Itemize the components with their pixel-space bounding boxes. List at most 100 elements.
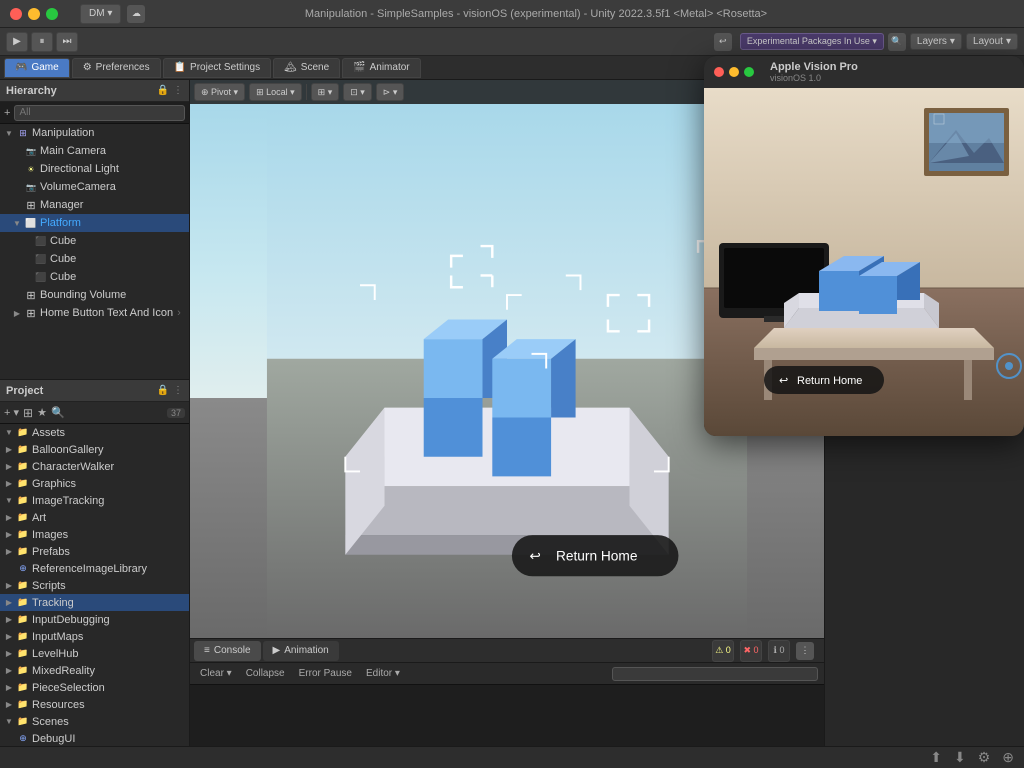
collapse-button[interactable]: Collapse — [242, 667, 289, 680]
project-item-prefabs[interactable]: ▶ 📁 Prefabs — [0, 543, 189, 560]
layers-label: Layers — [917, 36, 947, 47]
grid-button[interactable]: ⊞ ▾ — [311, 83, 340, 101]
hierarchy-item-cube-3[interactable]: ⬛ Cube — [0, 268, 189, 286]
console-toolbar: Clear ▾ Collapse Error Pause Editor ▾ — [190, 663, 824, 685]
project-item-label: InputMaps — [32, 631, 83, 643]
project-item-debug-ui[interactable]: ⊕ DebugUI — [0, 730, 189, 747]
console-more-btn[interactable]: ⋮ — [796, 642, 814, 660]
search-button[interactable]: 🔍 — [888, 33, 906, 51]
project-item-mixed-reality[interactable]: ▶ 📁 MixedReality — [0, 662, 189, 679]
hierarchy-item-manager[interactable]: ⊞ Manager — [0, 196, 189, 214]
project-item-resources[interactable]: ▶ 📁 Resources — [0, 696, 189, 713]
hierarchy-more-icon[interactable]: ⋮ — [173, 85, 183, 96]
play-button[interactable]: ▶ — [6, 32, 28, 52]
hierarchy-item-directional-light[interactable]: ☀ Directional Light — [0, 160, 189, 178]
expand-arrow: ▼ — [4, 717, 14, 727]
project-favorites-button[interactable]: ★ — [37, 406, 47, 419]
project-item-imagetracking[interactable]: ▼ 📁 ImageTracking — [0, 492, 189, 509]
project-item-input-debugging[interactable]: ▶ 📁 InputDebugging — [0, 611, 189, 628]
plus-button[interactable]: + — [4, 107, 10, 119]
avp-window[interactable]: Apple Vision Pro visionOS 1.0 — [704, 56, 1024, 436]
console-error-btn[interactable]: ✖ 0 — [740, 640, 762, 662]
hierarchy-item-label: Cube — [50, 271, 76, 283]
close-button[interactable] — [10, 8, 22, 20]
download-icon[interactable]: ⬇ — [954, 749, 966, 766]
hierarchy-item-bounding-volume[interactable]: ⊞ Bounding Volume — [0, 286, 189, 304]
undo-button[interactable]: ↩ — [714, 33, 732, 51]
project-item-scripts[interactable]: ▶ 📁 Scripts — [0, 577, 189, 594]
no-arrow — [22, 236, 32, 246]
tab-preferences[interactable]: ⚙ Preferences — [72, 58, 161, 78]
dm-button[interactable]: DM ▾ — [80, 4, 121, 24]
project-item-piece-selection[interactable]: ▶ 📁 PieceSelection — [0, 679, 189, 696]
hierarchy-lock-icon[interactable]: 🔒 — [157, 85, 169, 96]
folder-icon: 📁 — [16, 579, 30, 593]
project-search-button[interactable]: 🔍 — [51, 406, 65, 419]
pause-button[interactable]: ⏸ — [31, 32, 53, 52]
hierarchy-item-manipulation[interactable]: ▼ ⊞ Manipulation — [0, 124, 189, 142]
local-button[interactable]: ⊞ Local ▾ — [249, 83, 302, 101]
hierarchy-item-label: Directional Light — [40, 163, 119, 175]
left-panel: Hierarchy 🔒 ⋮ + ▼ ⊞ Manipulation — [0, 80, 190, 768]
tab-animation[interactable]: ▶ Animation — [263, 641, 339, 661]
console-search-input[interactable] — [612, 667, 818, 681]
hierarchy-item-main-camera[interactable]: 📷 Main Camera — [0, 142, 189, 160]
avp-close-btn[interactable] — [714, 67, 724, 77]
project-more-icon[interactable]: ⋮ — [173, 385, 183, 396]
svg-text:Return Home: Return Home — [556, 549, 638, 564]
project-item-reference-lib[interactable]: ⊕ ReferenceImageLibrary — [0, 560, 189, 577]
console-msg-btn[interactable]: ℹ 0 — [768, 640, 790, 662]
cloud-button[interactable]: ☁ — [127, 5, 145, 23]
hierarchy-item-cube-2[interactable]: ⬛ Cube — [0, 250, 189, 268]
project-item-art[interactable]: ▶ 📁 Art — [0, 509, 189, 526]
avp-minimize-btn[interactable] — [729, 67, 739, 77]
project-add-button[interactable]: + ▾ — [4, 406, 19, 419]
no-arrow — [12, 290, 22, 300]
anim-button[interactable]: ⊳ ▾ — [376, 83, 405, 101]
no-arrow — [12, 146, 22, 156]
light-icon: ☀ — [24, 162, 38, 176]
hierarchy-item-label: Platform — [40, 217, 81, 229]
tab-scene[interactable]: 🏔 Scene — [273, 58, 340, 78]
experimental-badge[interactable]: Experimental Packages In Use ▾ — [740, 33, 884, 50]
folder-icon: 📁 — [16, 681, 30, 695]
project-item-images[interactable]: ▶ 📁 Images — [0, 526, 189, 543]
project-item-level-hub[interactable]: ▶ 📁 LevelHub — [0, 645, 189, 662]
snap-button[interactable]: ⊡ ▾ — [343, 83, 372, 101]
tab-animator[interactable]: 🎬 Animator — [342, 58, 420, 78]
project-item-tracking[interactable]: ▶ 📁 Tracking — [0, 594, 189, 611]
project-item-assets[interactable]: ▼ 📁 Assets — [0, 424, 189, 441]
settings-icon[interactable]: ⚙ — [978, 749, 991, 766]
project-item-label: Prefabs — [32, 546, 70, 558]
project-item-input-maps[interactable]: ▶ 📁 InputMaps — [0, 628, 189, 645]
tab-console[interactable]: ≡ Console — [194, 641, 261, 661]
clear-button[interactable]: Clear ▾ — [196, 667, 236, 680]
step-button[interactable]: ⏭ — [56, 32, 78, 52]
console-warning-btn[interactable]: ⚠ 0 — [712, 640, 734, 662]
tab-game[interactable]: 🎮 Game — [4, 58, 70, 78]
project-view-button[interactable]: ⊞ — [23, 406, 33, 420]
layout-dropdown[interactable]: Layout ▾ — [966, 33, 1018, 50]
hierarchy-item-volume-camera[interactable]: 📷 VolumeCamera — [0, 178, 189, 196]
layers-dropdown[interactable]: Layers ▾ — [910, 33, 962, 50]
project-item-character[interactable]: ▶ 📁 CharacterWalker — [0, 458, 189, 475]
hierarchy-item-home-button[interactable]: ▶ ⊞ Home Button Text And Icon › — [0, 304, 189, 322]
hierarchy-item-platform[interactable]: ▼ ⬜ Platform — [0, 214, 189, 232]
maximize-button[interactable] — [46, 8, 58, 20]
project-item-scenes[interactable]: ▼ 📁 Scenes — [0, 713, 189, 730]
project-item-balloon[interactable]: ▶ 📁 BalloonGallery — [0, 441, 189, 458]
hierarchy-search-input[interactable] — [14, 105, 185, 121]
animation-label: Animation — [284, 645, 328, 656]
upload-icon[interactable]: ⬆ — [930, 749, 942, 766]
plus-status-icon[interactable]: ⊕ — [1002, 749, 1014, 766]
error-pause-button[interactable]: Error Pause — [295, 667, 356, 680]
tab-project-settings[interactable]: 📋 Project Settings — [163, 58, 272, 78]
editor-button[interactable]: Editor ▾ — [362, 667, 404, 680]
minimize-button[interactable] — [28, 8, 40, 20]
avp-maximize-btn[interactable] — [744, 67, 754, 77]
project-lock-icon[interactable]: 🔒 — [157, 385, 169, 396]
project-item-graphics[interactable]: ▶ 📁 Graphics — [0, 475, 189, 492]
pivot-button[interactable]: ⊕ Pivot ▾ — [194, 83, 245, 101]
project-item-label: Resources — [32, 699, 85, 711]
hierarchy-item-cube-1[interactable]: ⬛ Cube — [0, 232, 189, 250]
